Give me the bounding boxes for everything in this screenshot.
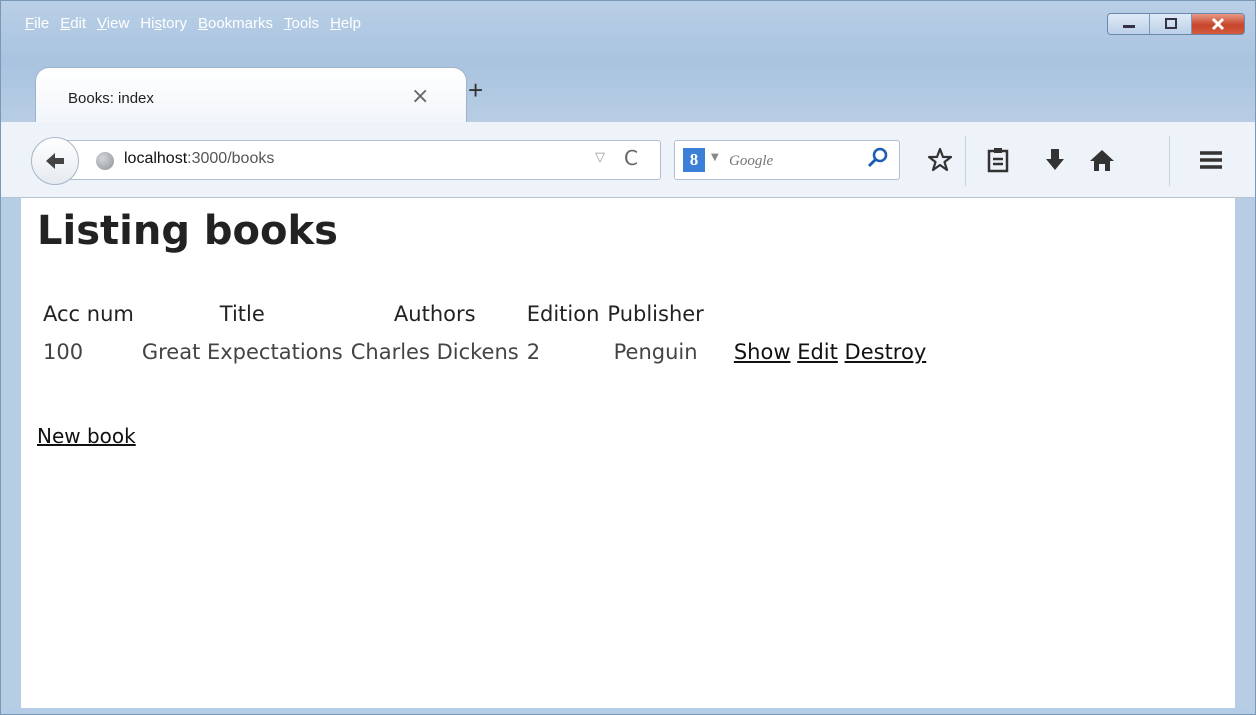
back-button[interactable] (31, 137, 79, 185)
new-book-link[interactable]: New book (37, 424, 136, 448)
navigation-toolbar: localhost:3000/books ▽ C 8 ▼ (1, 122, 1255, 198)
tab-title: Books: index (68, 90, 154, 107)
menu-file[interactable]: File (25, 15, 49, 39)
toolbar-separator (1169, 136, 1170, 186)
page-content: Listing books Acc num Title Authors Edit… (21, 198, 1235, 708)
show-link[interactable]: Show (734, 340, 791, 364)
edit-link[interactable]: Edit (797, 340, 838, 364)
window-bottom-border (1, 708, 1255, 714)
close-window-button[interactable] (1192, 14, 1244, 34)
search-icon[interactable] (867, 147, 889, 169)
home-icon[interactable] (1088, 146, 1116, 174)
menu-view[interactable]: View (97, 15, 129, 39)
search-input[interactable] (727, 149, 851, 173)
menu-history[interactable]: History (140, 15, 187, 39)
cell-publisher: Penguin (613, 340, 698, 364)
reload-icon[interactable]: C (624, 146, 638, 170)
engine-dropdown-icon[interactable]: ▼ (711, 152, 719, 163)
tab-close-icon[interactable]: × (411, 84, 429, 109)
minimize-icon (1122, 25, 1135, 28)
column-header: Acc num (43, 302, 134, 326)
tab-books-index[interactable]: Books: index × (35, 67, 467, 124)
column-header: Edition (526, 302, 600, 326)
new-tab-button[interactable]: + (468, 75, 483, 106)
toolbar-separator (965, 136, 966, 186)
cell-title: Great Expectations (141, 340, 343, 364)
maximize-icon (1164, 18, 1177, 29)
url-bar[interactable]: localhost:3000/books ▽ C (65, 140, 661, 180)
globe-icon (96, 152, 114, 170)
maximize-button[interactable] (1150, 14, 1192, 34)
table-row: 100 Great Expectations Charles Dickens 2… (39, 336, 930, 368)
cell-acc-num: 100 (43, 340, 84, 364)
menu-tools[interactable]: Tools (284, 15, 319, 39)
reading-list-icon[interactable] (984, 146, 1012, 174)
menu-bar: File Edit View History Bookmarks Tools H… (25, 15, 372, 39)
hamburger-menu-icon[interactable] (1197, 146, 1225, 174)
history-dropdown-icon[interactable]: ▽ (595, 150, 605, 165)
column-header-actions (708, 302, 930, 336)
bookmark-star-icon[interactable] (926, 146, 954, 174)
menu-edit[interactable]: Edit (60, 15, 86, 39)
cell-edition: 2 (526, 340, 541, 364)
back-arrow-icon (46, 153, 64, 169)
close-icon (1211, 17, 1225, 31)
books-table: Acc num Title Authors Edition Publisher … (39, 302, 930, 368)
column-header: Publisher (607, 302, 704, 326)
minimize-button[interactable] (1108, 14, 1150, 34)
google-engine-icon[interactable]: 8 (683, 148, 705, 172)
window-controls (1107, 13, 1245, 35)
menu-bookmarks[interactable]: Bookmarks (198, 15, 273, 39)
download-icon[interactable] (1041, 146, 1069, 174)
page-title: Listing books (37, 208, 338, 254)
cell-authors: Charles Dickens (350, 340, 519, 364)
menu-help[interactable]: Help (330, 15, 361, 39)
table-header-row: Acc num Title Authors Edition Publisher (39, 302, 930, 336)
column-header: Authors (393, 302, 476, 326)
column-header: Title (219, 302, 265, 326)
cell-actions: Show Edit Destroy (708, 336, 930, 368)
search-bar[interactable]: 8 ▼ (674, 140, 900, 180)
browser-window: File Edit View History Bookmarks Tools H… (0, 0, 1256, 715)
url-text[interactable]: localhost:3000/books (124, 150, 274, 168)
destroy-link[interactable]: Destroy (845, 340, 927, 364)
